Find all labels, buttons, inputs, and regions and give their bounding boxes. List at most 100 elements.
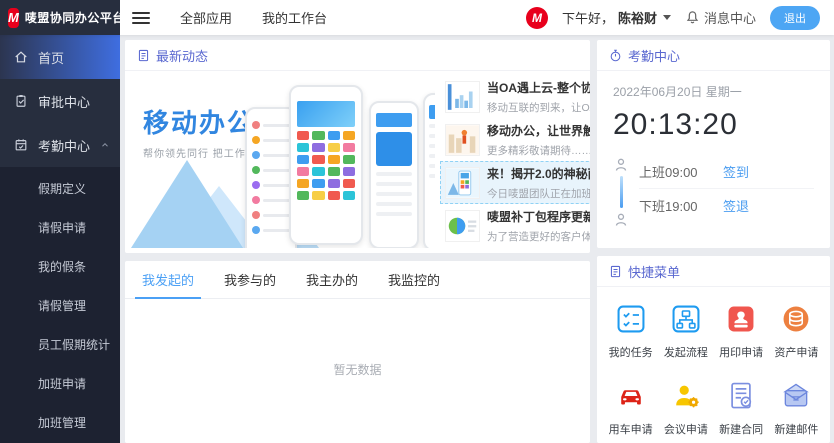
top-bar: M 唛盟协同办公平台 全部应用 我的工作台 M 下午好，陈裕财 消息中心 退出 xyxy=(0,0,834,35)
stopwatch-icon xyxy=(609,49,622,62)
news-thumbnail xyxy=(445,124,480,156)
sidebar-item-label: 审批中心 xyxy=(38,92,90,111)
chevron-down-icon xyxy=(663,15,671,20)
tab-initiated-by-me[interactable]: 我发起的 xyxy=(127,261,209,298)
clock-in-time-label: 上班09:00 xyxy=(639,162,723,181)
news-list: 当OA遇上云-整个协同OA 移动互联的到来，让OA与云 移动办公，让世界触手可 … xyxy=(435,75,590,248)
quick-item-new-mail[interactable]: 新建邮件 xyxy=(769,380,824,437)
asset-database-icon xyxy=(780,303,812,335)
latest-news-header: 最新动态 xyxy=(125,40,590,71)
quick-menu-header: 快捷菜单 xyxy=(597,256,830,287)
attendance-clock: 20:13:20 xyxy=(613,108,814,142)
attendance-date: 2022年06月20日 星期一 xyxy=(613,83,814,100)
car-icon xyxy=(615,380,647,412)
news-item-title: 唛盟补丁包程序更新 xyxy=(487,208,590,225)
news-item[interactable]: 唛盟补丁包程序更新 为了营造更好的客户体验，唛 xyxy=(440,204,590,247)
quick-menu-grid: 我的任务 发起流程 用印申请 xyxy=(597,287,830,437)
tab-monitored-by-me[interactable]: 我监控的 xyxy=(373,261,455,298)
brand: M 唛盟协同办公平台 xyxy=(0,0,120,35)
nav-my-workbench[interactable]: 我的工作台 xyxy=(262,8,327,27)
news-thumbnail xyxy=(445,167,480,199)
quick-item-meeting-request[interactable]: 会议申请 xyxy=(658,380,713,437)
quick-item-label: 资产申请 xyxy=(774,344,818,360)
clock-out-link[interactable]: 签退 xyxy=(723,196,749,215)
brand-logo-icon: M xyxy=(8,8,19,28)
message-center[interactable]: 消息中心 xyxy=(685,8,756,27)
contract-document-icon xyxy=(725,380,757,412)
sidebar-subitem-overtime-request[interactable]: 加班申请 xyxy=(0,364,120,403)
sidebar-item-attendance-center[interactable]: 考勤中心 xyxy=(0,123,120,167)
empty-state-text: 暂无数据 xyxy=(125,299,590,378)
banner-phone xyxy=(423,93,435,248)
attendance-schedule: 上班09:00 签到 下班19:00 签退 xyxy=(613,154,814,222)
sidebar-subitem-overtime-management[interactable]: 加班管理 xyxy=(0,403,120,442)
meeting-person-icon xyxy=(670,380,702,412)
quick-item-label: 用车申请 xyxy=(609,421,653,437)
quick-item-my-tasks[interactable]: 我的任务 xyxy=(603,303,658,360)
quick-item-asset-request[interactable]: 资产申请 xyxy=(769,303,824,360)
tab-participated-by-me[interactable]: 我参与的 xyxy=(209,261,291,298)
news-item[interactable]: 当OA遇上云-整个协同OA 移动互联的到来，让OA与云 xyxy=(440,75,590,118)
quick-item-label: 新建邮件 xyxy=(774,421,818,437)
news-item-desc: 为了营造更好的客户体验，唛 xyxy=(487,229,590,244)
sidebar-item-home[interactable]: 首页 xyxy=(0,35,120,79)
quick-item-start-process[interactable]: 发起流程 xyxy=(658,303,713,360)
news-banner[interactable]: 移动办公 帮你领先同行 把工作带出办公室 xyxy=(129,75,435,248)
document-icon xyxy=(609,265,622,278)
sidebar-subitem-my-leave-notes[interactable]: 我的假条 xyxy=(0,247,120,286)
sidebar-item-label: 首页 xyxy=(38,48,64,67)
clock-out-time-label: 下班19:00 xyxy=(639,196,723,215)
quick-item-label: 会议申请 xyxy=(664,421,708,437)
news-item-title: 当OA遇上云-整个协同OA xyxy=(487,79,590,96)
attendance-panel: 考勤中心 2022年06月20日 星期一 20:13:20 上班09:00 签到… xyxy=(597,40,830,248)
quick-menu-panel: 快捷菜单 我的任务 发起流程 xyxy=(597,256,830,443)
latest-news-title: 最新动态 xyxy=(156,46,208,65)
quick-item-seal-request[interactable]: 用印申请 xyxy=(714,303,769,360)
topbar-right: M 下午好，陈裕财 消息中心 退出 xyxy=(526,6,834,30)
news-item[interactable]: 移动办公，让世界触手可 更多精彩敬请期待…… xyxy=(440,118,590,161)
home-icon xyxy=(14,50,28,64)
attendance-body: 2022年06月20日 星期一 20:13:20 上班09:00 签到 下班19… xyxy=(597,71,830,222)
tasks-icon xyxy=(615,303,647,335)
news-thumbnail xyxy=(445,81,480,113)
nav-all-apps[interactable]: 全部应用 xyxy=(180,8,232,27)
news-thumbnail xyxy=(445,210,480,242)
news-item-desc: 今日唛盟团队正在加班加点, xyxy=(487,186,590,201)
quick-item-label: 我的任务 xyxy=(609,344,653,360)
sidebar-subitem-leave-request[interactable]: 请假申请 xyxy=(0,208,120,247)
quick-item-vehicle-request[interactable]: 用车申请 xyxy=(603,380,658,437)
user-greeting[interactable]: 下午好，陈裕财 xyxy=(562,8,671,27)
calendar-icon xyxy=(14,138,28,152)
sidebar-subitem-holiday-definition[interactable]: 假期定义 xyxy=(0,169,120,208)
news-item-selected[interactable]: 来！揭开2.0的神秘面纱- 今日唛盟团队正在加班加点, xyxy=(440,161,590,204)
mail-envelope-icon xyxy=(780,380,812,412)
news-body: 移动办公 帮你领先同行 把工作带出办公室 xyxy=(125,71,590,252)
username: 陈裕财 xyxy=(618,8,657,27)
clipboard-icon xyxy=(14,94,28,108)
news-item-title: 移动办公，让世界触手可 xyxy=(487,122,590,139)
tab-hosted-by-me[interactable]: 我主办的 xyxy=(291,261,373,298)
logout-button[interactable]: 退出 xyxy=(770,6,820,30)
sidebar-submenu: 假期定义 请假申请 我的假条 请假管理 员工假期统计 加班申请 加班管理 xyxy=(0,167,120,443)
quick-item-new-contract[interactable]: 新建合同 xyxy=(714,380,769,437)
quick-menu-title: 快捷菜单 xyxy=(628,262,680,281)
document-icon xyxy=(137,49,150,62)
task-tabs: 我发起的 我参与的 我主办的 我监控的 xyxy=(125,261,590,299)
sidebar-item-approval-center[interactable]: 审批中心 xyxy=(0,79,120,123)
person-icon xyxy=(613,212,629,228)
quick-item-label: 用印申请 xyxy=(719,344,763,360)
message-center-label: 消息中心 xyxy=(704,8,756,27)
sidebar-subitem-leave-management[interactable]: 请假管理 xyxy=(0,286,120,325)
banner-headline: 移动办公 xyxy=(143,103,255,140)
news-item-desc: 更多精彩敬请期待…… xyxy=(487,143,590,158)
user-avatar[interactable]: M xyxy=(526,7,548,29)
sidebar-subitem-employee-holiday-stats[interactable]: 员工假期统计 xyxy=(0,325,120,364)
hamburger-menu-icon[interactable] xyxy=(132,9,150,27)
attendance-title: 考勤中心 xyxy=(628,46,680,65)
latest-news-panel: 最新动态 移动办公 帮你领先同行 把工作带出办公室 xyxy=(125,40,590,253)
news-item-title: 来！揭开2.0的神秘面纱- xyxy=(487,165,590,182)
quick-item-label: 发起流程 xyxy=(664,344,708,360)
timeline-line xyxy=(620,176,623,208)
clock-in-link[interactable]: 签到 xyxy=(723,162,749,181)
sidebar-item-label: 考勤中心 xyxy=(38,136,90,155)
